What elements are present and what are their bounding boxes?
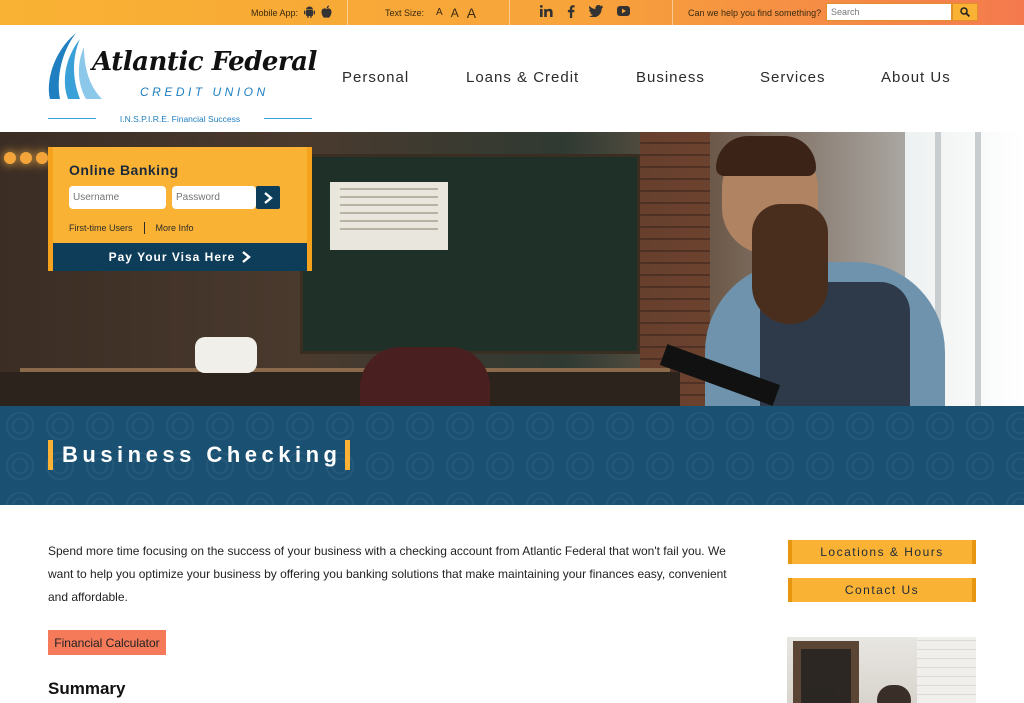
text-size-label: Text Size: [385,7,425,18]
divider [509,0,510,25]
pay-visa-button[interactable]: Pay Your Visa Here [53,243,307,271]
divider [143,222,145,234]
logo-subtitle: CREDIT UNION [140,85,269,99]
site-header: Atlantic Federal CREDIT UNION I.N.S.P.I.… [0,25,1024,132]
person-hair [716,136,816,176]
online-banking-panel: Online Banking First-time Users More Inf… [48,147,312,271]
intro-paragraph: Spend more time focusing on the success … [48,544,727,604]
banner-accent [345,440,350,470]
towels [195,337,257,373]
chevron-right-icon [242,251,252,263]
apple-icon[interactable] [321,5,332,20]
nav-personal[interactable]: Personal [342,69,409,86]
first-time-users-link[interactable]: First-time Users [69,223,133,233]
lamp [36,152,48,164]
page-title: Business Checking [62,442,342,467]
logo-name: Atlantic Federal [92,47,317,77]
banner-accent [48,440,53,470]
lamp [4,152,16,164]
counter [0,372,680,406]
page-banner: Business Checking [0,406,1024,505]
chevron-right-icon [264,191,273,204]
search-icon [960,7,970,17]
divider [672,0,673,25]
nav-business[interactable]: Business [636,69,705,86]
barber-chair [360,347,490,406]
more-info-link[interactable]: More Info [156,223,194,233]
youtube-icon[interactable] [617,6,630,19]
online-banking-links: First-time Users More Info [69,222,194,234]
text-size-group: Text Size: A A A [385,0,476,25]
text-size-small[interactable]: A [436,7,443,18]
nav-loans-credit[interactable]: Loans & Credit [466,69,579,86]
twitter-icon[interactable] [589,5,603,20]
financial-calculator-button[interactable]: Financial Calculator [48,630,166,655]
search-input[interactable]: Search [826,3,952,21]
brick-wall [917,637,976,703]
social-links [539,0,630,25]
mobile-app-group: Mobile App: [251,0,332,25]
online-banking-title: Online Banking [69,162,179,178]
nav-about-us[interactable]: About Us [881,69,951,86]
search-prompt: Can we help you find something? [688,7,822,18]
sidebar-photo [787,637,976,703]
text-size-medium[interactable]: A [451,6,459,20]
contact-us-button[interactable]: Contact Us [788,578,976,602]
pay-visa-label: Pay Your Visa Here [108,250,236,264]
price-poster [330,182,448,250]
person [877,685,911,703]
linkedin-icon[interactable] [539,5,553,20]
divider [347,0,348,25]
lamp [20,152,32,164]
username-field[interactable] [69,186,166,209]
mobile-app-label: Mobile App: [251,7,299,18]
search-button[interactable] [952,3,978,21]
utility-bar: Mobile App: Text Size: A A A Can we help… [0,0,1024,25]
locations-hours-button[interactable]: Locations & Hours [788,540,976,564]
person-beard [752,204,828,324]
text-size-large[interactable]: A [467,5,476,21]
nav-services[interactable]: Services [760,69,826,86]
password-field[interactable] [172,186,256,209]
logo[interactable]: Atlantic Federal CREDIT UNION I.N.S.P.I.… [46,33,317,125]
login-button[interactable] [256,186,280,209]
tagline: I.N.S.P.I.R.E. Financial Success [119,114,241,124]
summary-heading: Summary [48,679,126,698]
android-icon[interactable] [304,6,316,20]
facebook-icon[interactable] [567,4,575,21]
